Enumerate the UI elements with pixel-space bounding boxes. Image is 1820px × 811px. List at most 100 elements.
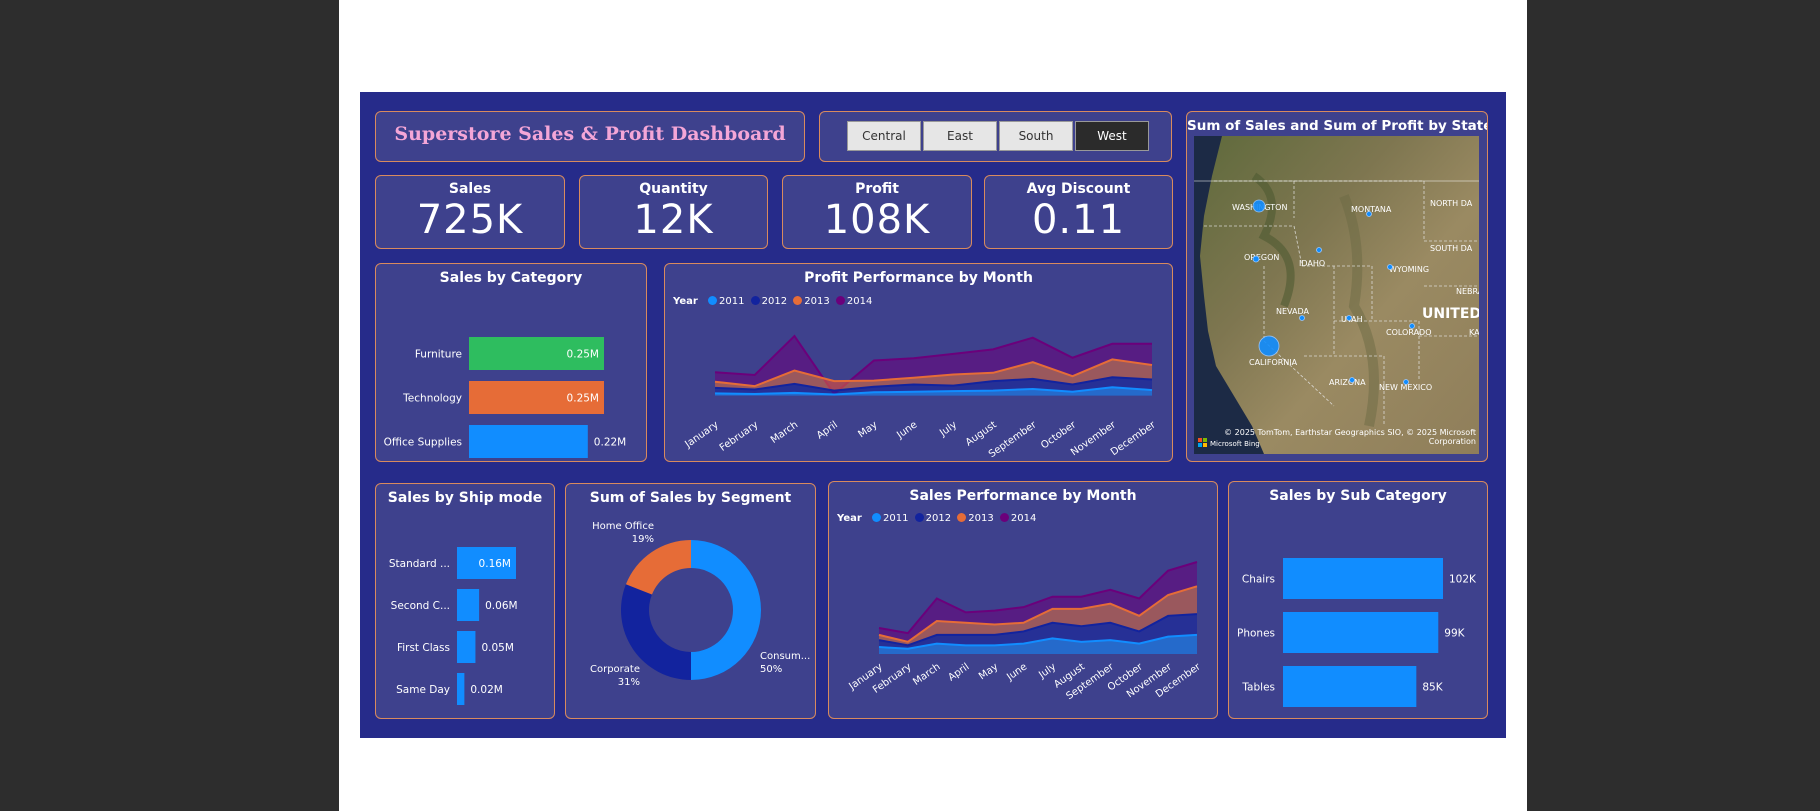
- bar[interactable]: [457, 673, 465, 705]
- bar[interactable]: [1283, 666, 1417, 707]
- sales-by-ship-mode-chart: Standard ... 0.16M Second C... 0.06M First C…: [389, 547, 518, 705]
- kpi-quantity-label: Quantity: [639, 181, 708, 197]
- sales-by-month-card: Sales Performance by Month Year 2011 201…: [828, 481, 1218, 719]
- map-attribution-box: © 2025 TomTom, Earthstar Geographics SIO…: [1224, 428, 1476, 446]
- sales-by-category-card: Sales by Category Furniture 0.25M Technolo…: [375, 263, 647, 462]
- slicer-option-central[interactable]: Central: [847, 121, 921, 151]
- donut-slice[interactable]: [691, 540, 761, 680]
- bar[interactable]: [457, 589, 480, 621]
- slicer-option-south[interactable]: South: [999, 121, 1073, 151]
- data-label: 0.16M: [479, 558, 511, 570]
- kpi-profit-label: Profit: [855, 181, 899, 197]
- data-label: 0.25M: [567, 349, 599, 361]
- sales-by-category-title: Sales by Category: [439, 270, 583, 286]
- data-label: 0.02M: [470, 684, 502, 696]
- x-tick-label: June: [1004, 661, 1029, 683]
- kpi-sales-card: Sales 725K: [375, 175, 565, 249]
- kpi-profit-value: 108K: [823, 197, 931, 243]
- state-label: OREGON: [1244, 253, 1279, 262]
- kpi-sales-value: 725K: [416, 197, 524, 243]
- data-label: 102K: [1449, 574, 1477, 586]
- kpi-profit-card: Profit 108K: [782, 175, 972, 249]
- bubble-wyoming[interactable]: [1387, 264, 1393, 270]
- state-label: UTAH: [1341, 315, 1363, 324]
- data-label: 99K: [1444, 628, 1465, 640]
- bubble-washington[interactable]: [1252, 199, 1266, 213]
- data-label: 0.25M: [567, 393, 599, 405]
- state-label: IDAHO: [1299, 259, 1325, 268]
- state-label: COLORADO: [1386, 328, 1432, 337]
- x-tick-label: January: [683, 419, 721, 450]
- bubble-california[interactable]: [1258, 335, 1280, 357]
- category-label: Standard ...: [389, 558, 450, 570]
- sales-by-segment-card: Sum of Sales by Segment Consum... 50% Corp…: [565, 483, 816, 719]
- bubble-nevada[interactable]: [1299, 315, 1305, 321]
- slicer-option-west[interactable]: West: [1075, 121, 1149, 151]
- x-tick-label: December: [1109, 419, 1159, 458]
- state-label: KA: [1469, 328, 1479, 337]
- kpi-quantity-value: 12K: [633, 197, 714, 243]
- x-tick-label: July: [937, 419, 959, 439]
- state-label: NORTH DA: [1430, 199, 1473, 208]
- sales-by-category-chart: Furniture 0.25M Technology 0.25M Office Supp…: [384, 337, 626, 458]
- x-tick-label: May: [977, 661, 1000, 682]
- state-label: UNITED: [1422, 306, 1479, 322]
- data-label: 0.22M: [594, 437, 626, 449]
- dashboard-title: Superstore Sales & Profit Dashboard: [394, 123, 786, 145]
- map-land: [1200, 136, 1479, 454]
- x-tick-label: April: [946, 661, 971, 683]
- bubble-idaho[interactable]: [1316, 247, 1322, 253]
- donut-slice[interactable]: [625, 540, 691, 595]
- category-label: First Class: [397, 642, 450, 654]
- x-tick-label: March: [769, 419, 800, 445]
- bubble-arizona[interactable]: [1349, 377, 1355, 383]
- sales-by-sub-category-title: Sales by Sub Category: [1269, 488, 1447, 504]
- bubble-oregon[interactable]: [1252, 255, 1260, 263]
- state-label: WYOMING: [1389, 265, 1429, 274]
- bubble-utah[interactable]: [1346, 315, 1352, 321]
- state-label: NEBRA: [1456, 287, 1479, 296]
- data-label: 85K: [1422, 682, 1443, 694]
- bubble-colorado[interactable]: [1409, 323, 1415, 329]
- kpi-discount-value: 0.11: [1031, 197, 1126, 243]
- map-attribution: © 2025 TomTom, Earthstar Geographics SIO…: [1224, 428, 1476, 446]
- x-tick-label: June: [894, 419, 919, 441]
- slicer-option-east[interactable]: East: [923, 121, 997, 151]
- sales-by-segment-chart: Consum... 50% Corporate 31% Home Office 19%: [590, 521, 810, 688]
- state-label: SOUTH DA: [1430, 244, 1473, 253]
- profit-by-month-card: Profit Performance by Month Year 2011 20…: [664, 263, 1173, 462]
- category-label: Furniture: [415, 349, 462, 361]
- bubble-montana[interactable]: [1366, 211, 1372, 217]
- sales-by-sub-category-chart: Chairs 102K Phones 99K Tables 85K: [1237, 558, 1477, 707]
- slice-pct-label: 50%: [760, 664, 782, 675]
- x-tick-label: May: [856, 419, 879, 440]
- title-card: Superstore Sales & Profit Dashboard: [375, 111, 805, 162]
- category-label: Same Day: [396, 684, 450, 696]
- x-tick-label: August: [964, 419, 999, 448]
- sales-by-ship-mode-card: Sales by Ship mode Standard ... 0.16M Seco…: [375, 483, 555, 719]
- bar[interactable]: [1283, 612, 1439, 653]
- sales-by-ship-mode-title: Sales by Ship mode: [387, 490, 543, 506]
- kpi-sales-label: Sales: [448, 181, 492, 197]
- category-label: Second C...: [391, 600, 450, 612]
- state-map[interactable]: WASHINGTON MONTANA NORTH DA OREGON IDAHO…: [1194, 136, 1479, 454]
- map-card: Sum of Sales and Sum of Profit by State: [1186, 111, 1488, 462]
- kpi-discount-card: Avg Discount 0.11: [984, 175, 1173, 249]
- map-title: Sum of Sales and Sum of Profit by State: [1187, 118, 1488, 134]
- data-label: 0.05M: [481, 642, 513, 654]
- kpi-quantity-card: Quantity 12K: [579, 175, 768, 249]
- x-tick-label: February: [718, 419, 761, 453]
- slice-pct-label: 19%: [632, 534, 654, 545]
- slice-pct-label: 31%: [618, 677, 640, 688]
- state-label: CALIFORNIA: [1249, 358, 1298, 367]
- kpi-discount-label: Avg Discount: [1026, 181, 1131, 197]
- bar[interactable]: [457, 631, 476, 663]
- category-label: Technology: [402, 393, 462, 405]
- state-label: NEVADA: [1276, 307, 1309, 316]
- profit-by-month-chart: JanuaryFebruary March April May June July Augu…: [683, 334, 1159, 460]
- bubble-new-mexico[interactable]: [1403, 379, 1409, 385]
- bar[interactable]: [1283, 558, 1443, 599]
- state-label: ARIZONA: [1329, 378, 1366, 387]
- bar[interactable]: [469, 425, 588, 458]
- x-tick-label: April: [815, 419, 840, 441]
